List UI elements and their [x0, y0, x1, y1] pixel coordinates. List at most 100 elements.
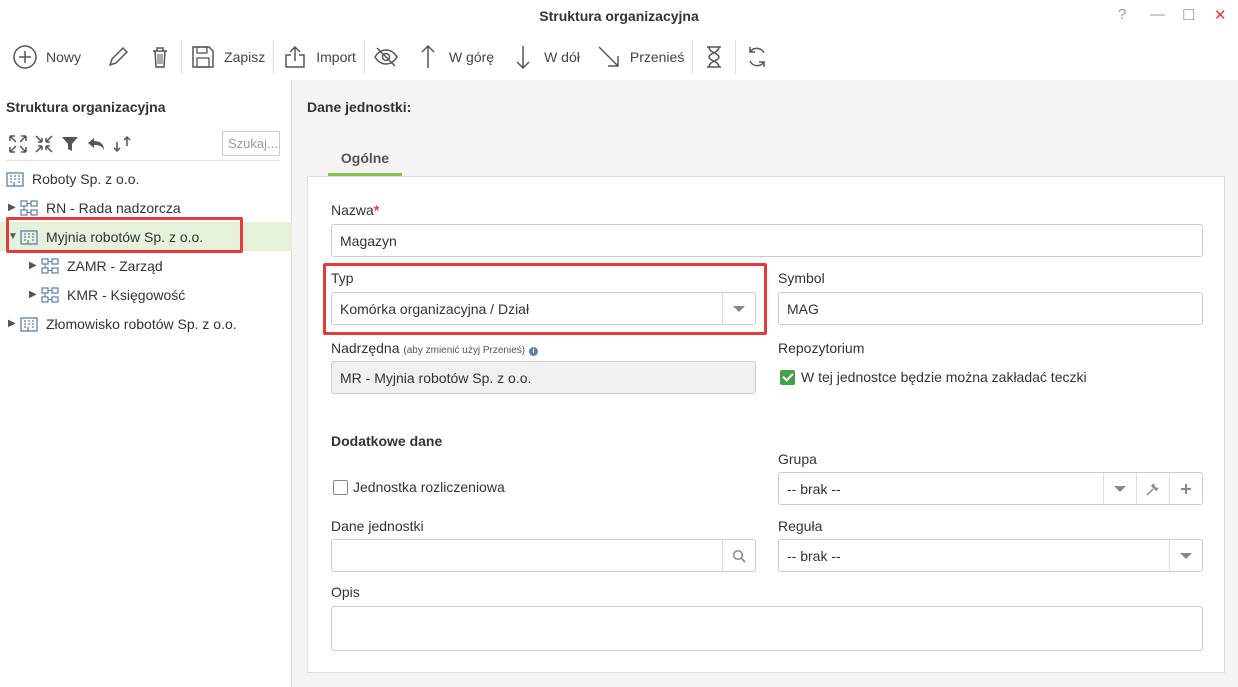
save-button-label: Zapisz [224, 49, 266, 65]
help-button[interactable]: ? [1118, 6, 1126, 23]
trash-icon [153, 47, 168, 68]
symbol-label: Symbol [778, 270, 825, 286]
import-button[interactable]: Import [274, 34, 364, 80]
plus-icon[interactable] [1169, 473, 1202, 504]
tree-node-kmr[interactable]: ▶ KMR - Księgowość [29, 280, 185, 309]
delete-button[interactable] [139, 34, 181, 80]
chevron-down-icon[interactable] [1103, 473, 1136, 504]
tab-ogolne[interactable]: Ogólne [328, 144, 402, 176]
move-button-label: Przenieś [629, 49, 685, 65]
details-panel: Dane jednostki: Ogólne Nazwa* Magazyn Ty… [292, 80, 1238, 687]
collapse-arrow-icon[interactable]: ▼ [8, 231, 20, 242]
window-title: Struktura organizacyjna [539, 8, 699, 24]
tree-node-roboty[interactable]: Roboty Sp. z o.o. [6, 164, 139, 193]
symbol-input[interactable]: MAG [778, 292, 1203, 325]
org-unit-icon [41, 286, 59, 303]
sync-icon[interactable] [112, 134, 132, 154]
tree-node-rn[interactable]: ▶ RN - Rada nadzorcza [8, 193, 181, 222]
move-down-button[interactable]: W dół [502, 34, 588, 80]
dane-jednostki-label: Dane jednostki [331, 518, 424, 534]
rozliczeniowa-checkbox[interactable] [333, 480, 348, 495]
import-button-label: Import [316, 49, 356, 65]
nadrzedna-hint: (aby zmienić użyj Przenieś) [403, 345, 526, 356]
new-button-label: Nowy [46, 49, 82, 65]
move-up-label: W górę [448, 49, 495, 65]
refresh-button[interactable] [736, 34, 778, 80]
arrow-down-right-icon [598, 46, 619, 67]
undo-icon[interactable] [86, 134, 106, 154]
typ-select-value: Komórka organizacyjna / Dział [340, 300, 530, 317]
expand-all-icon[interactable] [8, 134, 28, 154]
regula-label: Reguła [778, 518, 823, 534]
tree-tools [8, 134, 138, 154]
nazwa-label: Nazwa* [331, 202, 379, 218]
tree-node-label: KMR - Księgowość [67, 286, 186, 303]
building-icon [20, 316, 38, 332]
repozytorium-checkbox-label: W tej jednostce będzie można zakładać te… [801, 369, 1087, 385]
search-icon[interactable] [722, 540, 755, 571]
tree-node-label: Myjnia robotów Sp. z o.o. [46, 228, 204, 245]
nadrzedna-label-text: Nadrzędna [331, 340, 400, 356]
tree-node-zlomowisko[interactable]: ▶ Złomowisko robotów Sp. z o.o. [8, 309, 237, 338]
info-icon[interactable]: i [529, 347, 538, 356]
tree-node-label: RN - Rada nadzorcza [46, 199, 181, 216]
save-button[interactable]: Zapisz [182, 34, 273, 80]
regula-select[interactable]: -- brak -- [778, 539, 1203, 572]
opis-textarea[interactable] [331, 606, 1203, 651]
history-button[interactable] [693, 34, 735, 80]
new-button[interactable]: Nowy [4, 34, 89, 80]
grupa-select-value: -- brak -- [787, 480, 841, 497]
building-icon [20, 229, 38, 245]
tree-search-input[interactable]: Szukaj... [222, 131, 280, 156]
wrench-icon[interactable] [1136, 473, 1169, 504]
tree-node-myjnia[interactable]: ▼ Myjnia robotów Sp. z o.o. [0, 222, 292, 251]
grupa-label: Grupa [778, 451, 817, 467]
opis-label: Opis [331, 584, 360, 600]
chevron-down-icon[interactable] [722, 293, 755, 324]
floppy-icon [192, 46, 214, 68]
grupa-select[interactable]: -- brak -- [778, 472, 1203, 505]
move-up-button[interactable]: W górę [407, 34, 502, 80]
tree-node-zamr[interactable]: ▶ ZAMR - Zarząd [29, 251, 163, 280]
chevron-down-icon[interactable] [1169, 540, 1202, 571]
tree-panel-title: Struktura organizacyjna [6, 99, 166, 115]
hide-button[interactable] [365, 34, 407, 80]
repozytorium-checkbox[interactable] [780, 370, 795, 385]
close-button[interactable]: ✕ [1214, 6, 1227, 24]
filter-icon[interactable] [60, 134, 80, 154]
extra-data-heading: Dodatkowe dane [331, 433, 443, 449]
building-icon [6, 171, 24, 187]
required-marker: * [373, 202, 380, 218]
nazwa-label-text: Nazwa [331, 202, 374, 218]
typ-select[interactable]: Komórka organizacyjna / Dział [331, 292, 756, 325]
collapse-all-icon[interactable] [34, 134, 54, 154]
minimize-button[interactable]: — [1150, 6, 1165, 23]
nazwa-input[interactable]: Magazyn [331, 224, 1203, 257]
regula-select-value: -- brak -- [787, 547, 841, 564]
pencil-icon [108, 46, 129, 67]
hourglass-icon [707, 46, 722, 68]
nadrzedna-input: MR - Myjnia robotów Sp. z o.o. [331, 361, 756, 394]
expand-arrow-icon[interactable]: ▶ [8, 318, 20, 329]
dane-jednostki-input[interactable] [331, 539, 756, 572]
expand-arrow-icon[interactable]: ▶ [29, 289, 41, 300]
details-heading: Dane jednostki: [307, 99, 412, 115]
refresh-icon [749, 47, 766, 67]
expand-arrow-icon[interactable]: ▶ [8, 202, 20, 213]
repozytorium-label: Repozytorium [778, 340, 865, 356]
move-button[interactable]: Przenieś [588, 34, 692, 80]
move-down-label: W dół [544, 49, 580, 65]
tree-panel: Struktura organizacyjna Szukaj... Roboty… [0, 80, 292, 687]
tree-node-label: Roboty Sp. z o.o. [32, 170, 140, 187]
typ-label: Typ [331, 270, 354, 286]
tree-node-label: ZAMR - Zarząd [67, 257, 163, 274]
org-unit-icon [41, 257, 59, 274]
nadrzedna-label: Nadrzędna (aby zmienić użyj Przenieś) i [331, 340, 538, 356]
edit-button[interactable] [97, 34, 139, 80]
maximize-button[interactable]: ☐ [1182, 6, 1195, 24]
tree-node-label: Złomowisko robotów Sp. z o.o. [46, 315, 237, 332]
rozliczeniowa-label: Jednostka rozliczeniowa [353, 479, 505, 495]
tree-divider [6, 160, 280, 161]
form-panel: Nazwa* Magazyn Typ Komórka organizacyjna… [307, 176, 1225, 673]
expand-arrow-icon[interactable]: ▶ [29, 260, 41, 271]
